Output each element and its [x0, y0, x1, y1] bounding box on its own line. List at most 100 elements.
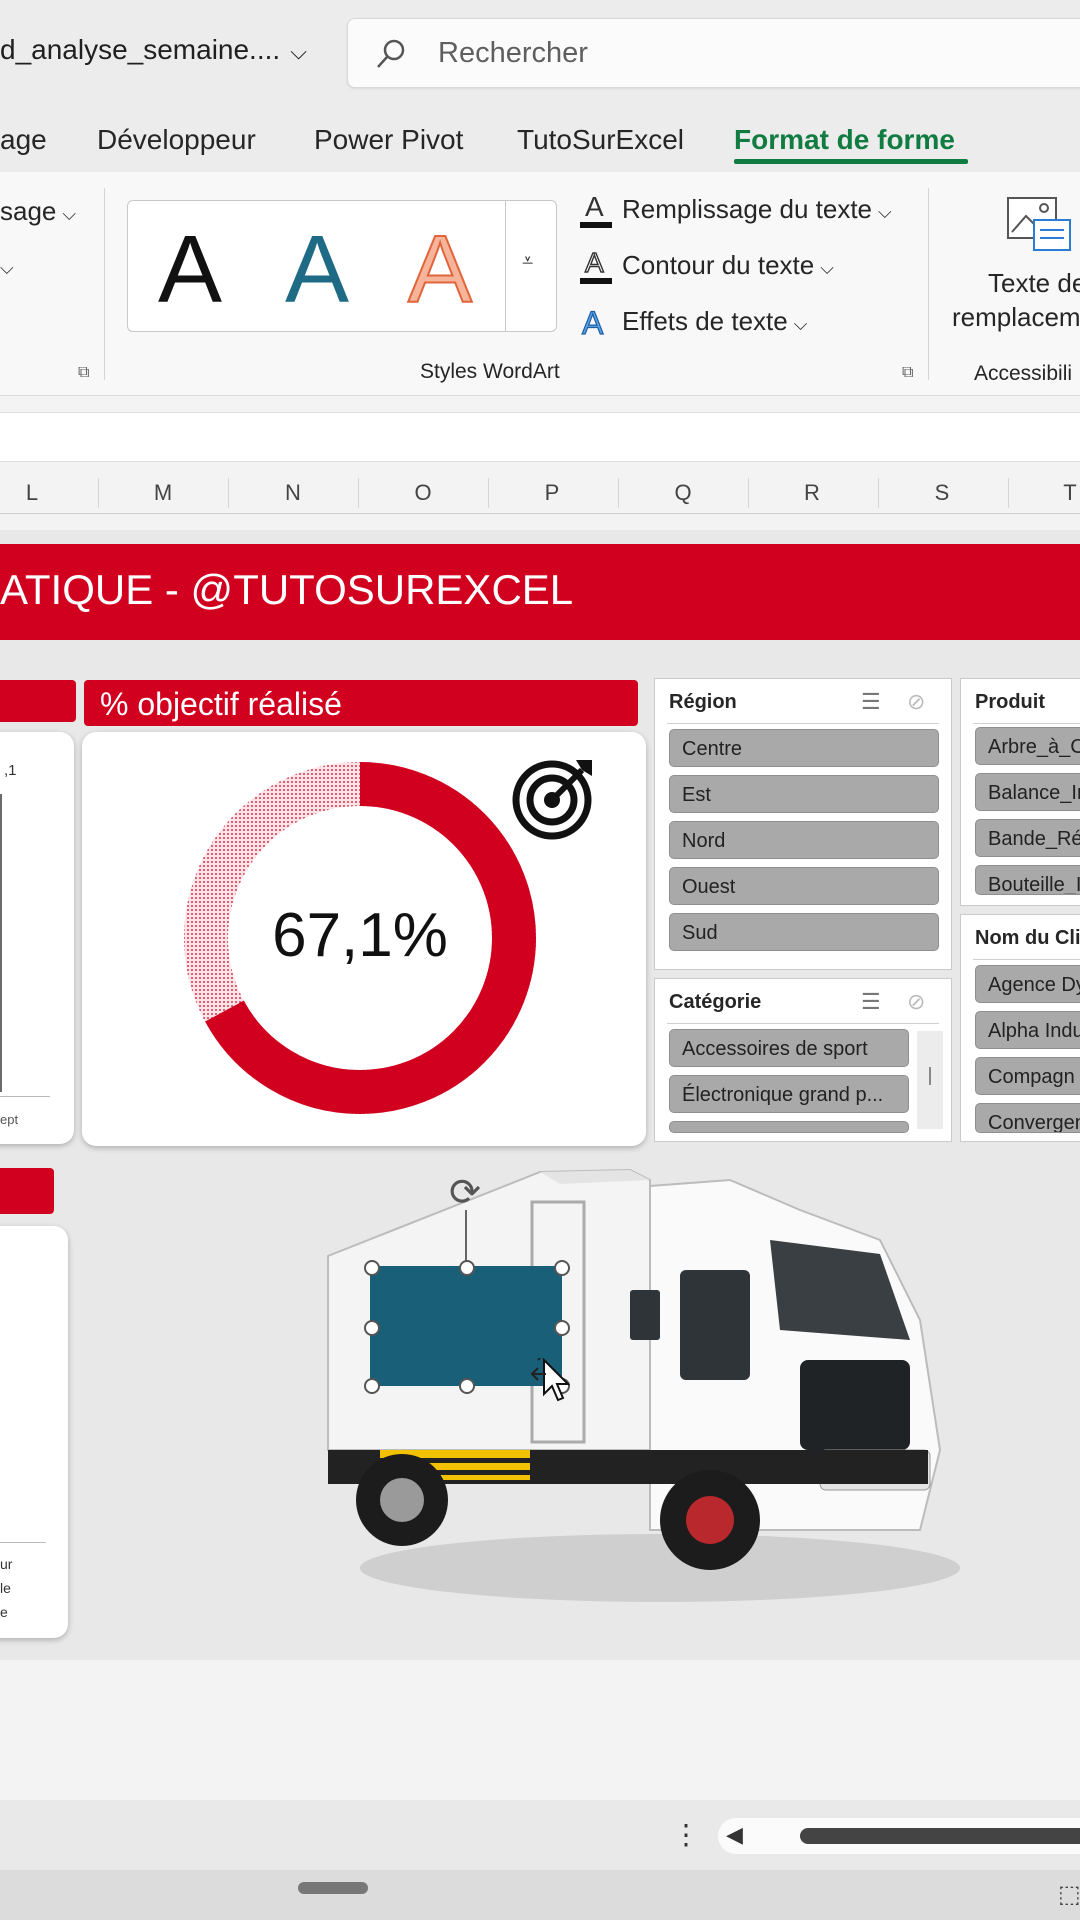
slicer-item[interactable]: Bouteille_I: [975, 865, 1080, 895]
wordart-style-orange[interactable]: A: [407, 215, 473, 325]
formula-bar[interactable]: [0, 412, 1080, 462]
slicer-item[interactable]: Convergen: [975, 1103, 1080, 1133]
horizontal-scrollbar[interactable]: ◀: [718, 1818, 1080, 1854]
slicer-item[interactable]: Centre: [669, 729, 939, 767]
search-box[interactable]: Rechercher: [347, 18, 1080, 88]
left-bottom-card[interactable]: ur le e: [0, 1226, 68, 1638]
chart-data-label: ,1: [4, 762, 17, 779]
more-options-icon[interactable]: ⋮: [672, 1818, 700, 1851]
ribbon: sage ⌵ ⌵ ⧉ A A A ⩡ A Remplissage du texte…: [0, 172, 1080, 396]
column-separator: [228, 478, 229, 508]
clear-filter-icon[interactable]: ⊘: [907, 989, 925, 1015]
slicer-item[interactable]: Ouest: [669, 867, 939, 905]
tab-developpeur[interactable]: Développeur: [97, 124, 256, 156]
column-header[interactable]: Q: [663, 480, 703, 506]
chart-axis: [0, 1096, 50, 1097]
resize-handle-w[interactable]: [364, 1320, 380, 1336]
multi-select-icon[interactable]: ☰: [861, 689, 881, 715]
active-tab-indicator: [734, 159, 968, 164]
group-divider: [104, 188, 105, 380]
truck-wheel-hub: [380, 1478, 424, 1522]
display-settings-icon[interactable]: ⬚: [1058, 1880, 1080, 1909]
kpi-card[interactable]: 67,1%: [82, 732, 646, 1146]
group-divider: [928, 188, 929, 380]
clear-filter-icon[interactable]: ⊘: [907, 689, 925, 715]
resize-handle-sw[interactable]: [364, 1378, 380, 1394]
resize-handle-n[interactable]: [459, 1260, 475, 1276]
gallery-more-button[interactable]: ⩡: [505, 200, 557, 332]
status-bar: ⋮ ◀: [0, 1800, 1080, 1870]
bottom-bar: ⬚: [0, 1870, 1080, 1920]
text-fill-button[interactable]: A Remplissage du texte ⌵: [578, 190, 938, 230]
truck-grille: [800, 1360, 910, 1450]
slicer-item[interactable]: [669, 1121, 909, 1133]
truck-windshield: [770, 1240, 910, 1340]
left-chart-card[interactable]: ,1 ept: [0, 732, 74, 1144]
kpi-value: 67,1%: [272, 901, 448, 970]
resize-handle-ne[interactable]: [554, 1260, 570, 1276]
resize-handle-nw[interactable]: [364, 1260, 380, 1276]
chart-axis: [0, 1542, 46, 1543]
slicer-item[interactable]: Accessoires de sport: [669, 1029, 909, 1067]
dialog-launcher-icon[interactable]: ⧉: [78, 364, 96, 382]
slicer-divider: [667, 723, 939, 724]
tab-tutosurexcel[interactable]: TutoSurExcel: [517, 124, 684, 156]
column-separator: [98, 478, 99, 508]
chart-axis-label: e: [0, 1604, 8, 1620]
tab-affichage[interactable]: age: [0, 124, 47, 156]
column-header[interactable]: T: [1050, 480, 1080, 506]
slicer-item[interactable]: Nord: [669, 821, 939, 859]
text-outline-icon: A: [580, 246, 612, 284]
multi-select-icon[interactable]: ☰: [861, 989, 881, 1015]
text-outline-button[interactable]: A Contour du texte ⌵: [578, 246, 938, 286]
chart-axis-label: le: [0, 1580, 11, 1596]
slicer-item[interactable]: Est: [669, 775, 939, 813]
column-header[interactable]: L: [12, 480, 52, 506]
search-icon: [377, 39, 405, 68]
text-effects-button[interactable]: A Effets de texte ⌵: [578, 302, 938, 342]
slicer-client: Nom du Clie Agence Dy Alpha Indu Compagn…: [960, 914, 1080, 1142]
column-header[interactable]: P: [532, 480, 572, 506]
column-header[interactable]: M: [143, 480, 183, 506]
tab-format-de-forme[interactable]: Format de forme: [734, 124, 955, 156]
slicer-item[interactable]: Bande_Rés: [975, 819, 1080, 857]
wordart-style-teal[interactable]: A: [285, 215, 349, 325]
resize-handle-e[interactable]: [554, 1320, 570, 1336]
filename-label: d_analyse_semaine....: [0, 34, 281, 65]
filename-dropdown[interactable]: d_analyse_semaine.... ⌵: [0, 34, 307, 66]
slicer-item[interactable]: Alpha Indu: [975, 1011, 1080, 1049]
column-header[interactable]: O: [403, 480, 443, 506]
slicer-item[interactable]: Compagn: [975, 1057, 1080, 1095]
column-header[interactable]: R: [792, 480, 832, 506]
alt-text-button[interactable]: Texte de remplacem: [940, 192, 1080, 342]
chevron-down-icon[interactable]: ⌵: [0, 250, 14, 281]
slicer-title: Produit: [975, 691, 1045, 713]
column-header[interactable]: S: [922, 480, 962, 506]
slicer-divider: [973, 959, 1080, 960]
dialog-launcher-icon[interactable]: ⧉: [902, 364, 920, 382]
slicer-item[interactable]: Sud: [669, 913, 939, 951]
slicer-produit: Produit Arbre_à_C Balance_In Bande_Rés B…: [960, 678, 1080, 906]
group-label-wordart: Styles WordArt: [420, 360, 560, 383]
rotate-handle-icon[interactable]: ⟳: [444, 1172, 486, 1214]
kpi-title: % objectif réalisé: [100, 686, 342, 722]
column-header[interactable]: N: [273, 480, 313, 506]
truck-image[interactable]: [320, 1150, 960, 1630]
slicer-item[interactable]: Arbre_à_C: [975, 727, 1080, 765]
ribbon-partial-button[interactable]: sage ⌵: [0, 196, 76, 227]
slicer-scrollbar[interactable]: [917, 1031, 943, 1129]
slicer-item[interactable]: Agence Dy: [975, 965, 1080, 1003]
resize-handle-s[interactable]: [459, 1378, 475, 1394]
scrollbar-thumb[interactable]: [800, 1828, 1080, 1844]
text-effects-label: Effets de texte: [622, 306, 788, 336]
svg-text:A: A: [585, 191, 604, 222]
wordart-style-black[interactable]: A: [158, 215, 222, 325]
title-bar: d_analyse_semaine.... ⌵ Rechercher: [0, 0, 1080, 112]
alt-text-label-1: Texte de: [988, 268, 1080, 298]
slicer-item[interactable]: Électronique grand p...: [669, 1075, 909, 1113]
tab-power-pivot[interactable]: Power Pivot: [314, 124, 463, 156]
drag-handle[interactable]: [298, 1882, 368, 1894]
scroll-left-icon[interactable]: ◀: [726, 1822, 743, 1848]
truck-shadow: [360, 1534, 960, 1602]
slicer-item[interactable]: Balance_In: [975, 773, 1080, 811]
